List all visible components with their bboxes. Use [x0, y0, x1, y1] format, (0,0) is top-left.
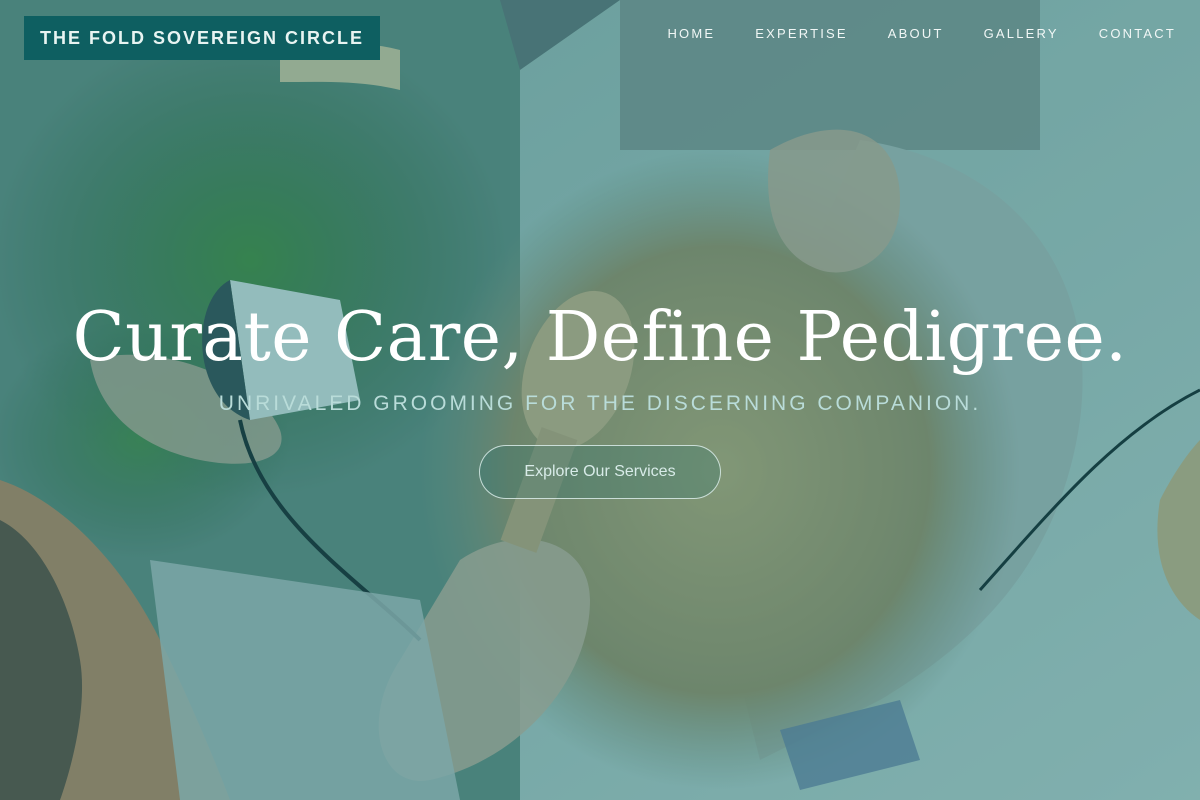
nav-link-about[interactable]: ABOUT [888, 26, 944, 41]
nav-link-contact[interactable]: CONTACT [1099, 26, 1176, 41]
brand-logo[interactable]: THE FOLD SOVEREIGN CIRCLE [24, 16, 381, 60]
main-nav: HOME EXPERTISE ABOUT GALLERY CONTACT [667, 26, 1176, 41]
top-navbar: THE FOLD SOVEREIGN CIRCLE HOME EXPERTISE… [0, 0, 1200, 76]
hero-content: Curate Care, Define Pedigree. UNRIVALED … [0, 298, 1200, 500]
explore-services-button[interactable]: Explore Our Services [479, 445, 721, 500]
nav-link-home[interactable]: HOME [667, 26, 715, 41]
nav-link-expertise[interactable]: EXPERTISE [755, 26, 848, 41]
hero-headline: Curate Care, Define Pedigree. [72, 298, 1128, 377]
hero-subheadline: UNRIVALED GROOMING FOR THE DISCERNING CO… [218, 392, 982, 416]
nav-link-gallery[interactable]: GALLERY [984, 26, 1059, 41]
hero-section: THE FOLD SOVEREIGN CIRCLE HOME EXPERTISE… [0, 0, 1200, 800]
